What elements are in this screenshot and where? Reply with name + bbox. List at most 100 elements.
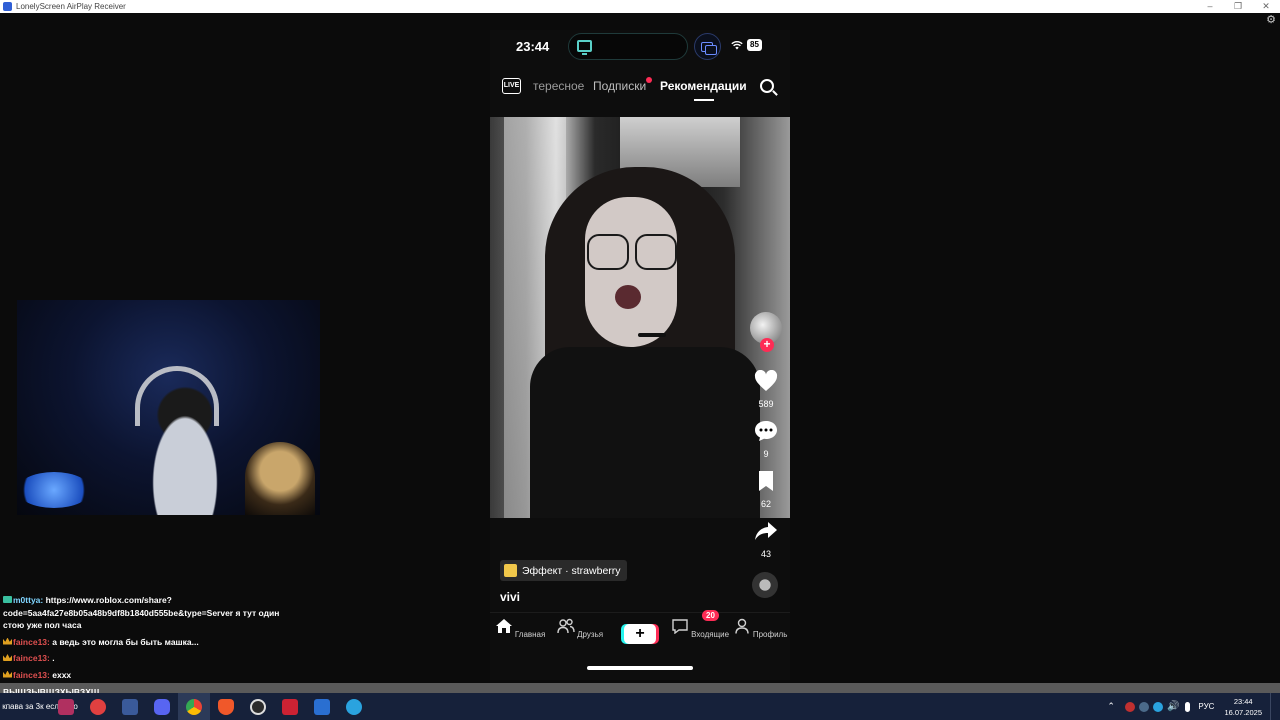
tab-subscriptions[interactable]: Подписки: [593, 77, 653, 93]
moderator-badge-icon: [3, 596, 12, 603]
lamp-light: [17, 472, 91, 508]
folder-icon: [122, 698, 138, 715]
glasses-lens-left: [587, 234, 629, 270]
windows-taskbar: кпава за 3к если что ⌃ 🔊 РУС 23:44 16.07: [0, 693, 1280, 720]
gear-icon[interactable]: ⚙: [1265, 14, 1277, 26]
taskbar-obs[interactable]: [242, 693, 274, 720]
title-bar: LonelyScreen AirPlay Receiver – ❐ ✕: [0, 0, 1280, 13]
close-button[interactable]: ✕: [1252, 0, 1280, 13]
subject-glasses: [587, 234, 681, 272]
taskbar-discord[interactable]: [146, 693, 178, 720]
subject-shirt: [530, 347, 760, 518]
creator-username[interactable]: vivi: [500, 590, 520, 604]
clock[interactable]: 23:44 16.07.2025: [1224, 696, 1262, 718]
antivirus-icon[interactable]: [1125, 701, 1136, 712]
taskbar-yandex-browser[interactable]: [82, 693, 114, 720]
friends-icon: [557, 618, 575, 634]
chevron-up-icon[interactable]: ⌃: [1107, 701, 1121, 713]
system-tray: ⌃ 🔊 РУС 23:44 16.07.2025: [1105, 693, 1280, 720]
crown-badge-icon: [3, 637, 12, 645]
nav-home-label: Главная: [514, 630, 546, 639]
tab-interesting[interactable]: тересное: [533, 79, 584, 93]
music-disc-icon[interactable]: [752, 572, 778, 598]
live-icon[interactable]: LIVE: [502, 78, 521, 94]
create-plus-button[interactable]: +: [624, 624, 656, 644]
airplay-app-icon: [3, 2, 12, 11]
taskbar-telegram[interactable]: [338, 693, 370, 720]
volume-icon[interactable]: 🔊: [1167, 701, 1181, 713]
taskbar-remote-desktop[interactable]: [306, 693, 338, 720]
chat-text: а ведь это могла бы быть машка...: [52, 636, 199, 647]
comment-button[interactable]: 9: [746, 420, 786, 459]
dynamic-island: [568, 33, 688, 60]
phone-mirror: 23:44 85 LIVE тересное Подписки Рекоменд…: [490, 30, 790, 680]
phone-clock: 23:44: [516, 39, 550, 54]
media-app-icon: [58, 698, 74, 715]
crown-badge-icon: [3, 670, 12, 678]
tab-subscriptions-label: Подписки: [593, 79, 647, 93]
inbox-icon: [672, 619, 688, 635]
microphone-icon[interactable]: [1185, 701, 1191, 712]
share-button[interactable]: 43: [746, 520, 786, 559]
wifi-icon: [731, 40, 743, 50]
subject-choker: [638, 333, 666, 337]
feed-tabs: LIVE тересное Подписки Рекомендации: [490, 76, 790, 104]
window-controls: – ❐ ✕: [1196, 0, 1280, 13]
taskbar-brave[interactable]: [210, 693, 242, 720]
chat-username: faince13:: [13, 669, 50, 680]
home-indicator: [587, 666, 693, 670]
video-frame[interactable]: [490, 117, 790, 518]
effect-label: Эффект · strawberry: [522, 564, 621, 577]
follow-plus-icon[interactable]: +: [760, 338, 774, 352]
search-icon[interactable]: [760, 79, 774, 93]
steam-icon[interactable]: [1139, 701, 1150, 712]
nav-inbox[interactable]: 20 Входящие: [670, 610, 730, 639]
taskbar-media-app[interactable]: [50, 693, 82, 720]
chat-text: .: [52, 653, 55, 663]
taskbar-separator: [0, 683, 1280, 693]
taskbar-file-explorer[interactable]: [114, 693, 146, 720]
inbox-badge: 20: [702, 610, 719, 621]
effect-icon: [504, 564, 517, 577]
show-desktop-button[interactable]: [1270, 693, 1280, 720]
comment-icon: [755, 421, 777, 441]
nav-profile[interactable]: Профиль: [730, 618, 790, 639]
taskbar-game-launcher[interactable]: [274, 693, 306, 720]
nav-friends[interactable]: Друзья: [550, 618, 610, 639]
chat-username: m0ttya:: [13, 595, 44, 605]
glasses-lens-right: [635, 234, 677, 270]
bookmark-icon: [759, 471, 773, 491]
minimize-button[interactable]: –: [1196, 0, 1224, 13]
nav-profile-label: Профиль: [752, 630, 788, 639]
nav-home[interactable]: Главная: [490, 618, 550, 639]
nav-inbox-label: Входящие: [691, 630, 730, 639]
language-indicator[interactable]: РУС: [1198, 702, 1214, 711]
tab-recommendations-label: Рекомендации: [660, 79, 747, 93]
stream-chat: m0ttya: https://www.roblox.com/share?cod…: [3, 594, 293, 685]
chat-text: exxx: [52, 669, 72, 680]
maximize-button[interactable]: ❐: [1224, 0, 1252, 13]
taskbar-chrome[interactable]: [178, 693, 210, 720]
screen-cast-icon: [577, 40, 592, 55]
brave-icon: [218, 698, 234, 715]
bottom-navigation: Главная Друзья + 20 Входящие Профиль: [490, 610, 790, 658]
chat-username: faince13:: [13, 653, 50, 663]
nav-create[interactable]: +: [610, 618, 670, 644]
chat-message: faince13: exxx: [3, 669, 293, 682]
subject-face: [585, 197, 677, 347]
chat-username: faince13:: [13, 636, 50, 647]
share-count: 43: [760, 549, 771, 559]
bookmark-button[interactable]: 62: [746, 470, 786, 509]
discord-icon: [154, 698, 170, 715]
telegram-tray-icon[interactable]: [1153, 701, 1164, 712]
chat-text: https://www.roblox.com/share?code=5aa4fa…: [3, 595, 280, 630]
effect-chip[interactable]: Эффект · strawberry: [500, 560, 627, 581]
game-launcher-icon: [282, 698, 298, 715]
crown-badge-icon: [3, 654, 12, 661]
like-button[interactable]: 589: [746, 369, 786, 409]
tab-recommendations[interactable]: Рекомендации: [660, 79, 747, 101]
comment-count: 9: [763, 449, 769, 459]
taskbar-date: 16.07.2025: [1224, 707, 1262, 717]
yandex-icon: [90, 698, 106, 715]
start-button[interactable]: кпава за 3к если что: [0, 693, 78, 720]
